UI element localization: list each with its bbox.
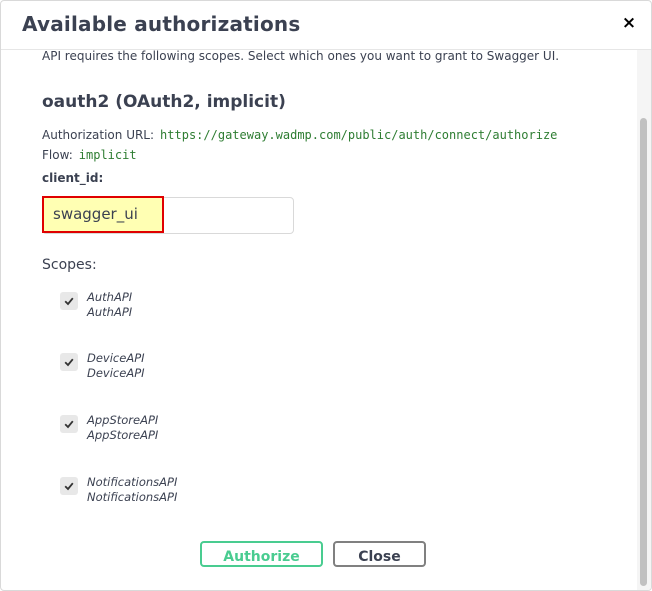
scopes-label: Scopes:	[42, 257, 97, 273]
flow-row: Flow: implicit	[42, 148, 137, 162]
scope-item-authapi[interactable]: AuthAPI AuthAPI	[60, 290, 360, 328]
checkbox-authapi[interactable]	[60, 292, 78, 310]
checkbox-notificationsapi[interactable]	[60, 477, 78, 495]
scope-item-appstoreapi[interactable]: AppStoreAPI AppStoreAPI	[60, 413, 360, 451]
checkmark-icon	[64, 297, 74, 306]
checkbox-deviceapi[interactable]	[60, 353, 78, 371]
checkmark-icon	[64, 482, 74, 491]
intro-text: API requires the following scopes. Selec…	[42, 50, 560, 63]
authorization-url-row: Authorization URL: https://gateway.wadmp.…	[42, 128, 557, 142]
modal-body: API requires the following scopes. Selec…	[1, 50, 637, 590]
scope-name: AppStoreAPI	[87, 413, 159, 427]
flow-value: implicit	[78, 148, 137, 162]
scrollbar[interactable]	[637, 50, 651, 590]
authorization-url-value: https://gateway.wadmp.com/public/auth/co…	[160, 128, 558, 142]
scope-item-notificationsapi[interactable]: NotificationsAPI NotificationsAPI	[60, 475, 360, 513]
modal-title: Available authorizations	[22, 12, 301, 36]
flow-label: Flow:	[42, 148, 73, 162]
checkbox-appstoreapi[interactable]	[60, 415, 78, 433]
modal-header: Available authorizations ×	[1, 1, 651, 50]
scope-name: NotificationsAPI	[87, 475, 178, 489]
close-button[interactable]: Close	[333, 541, 426, 567]
scrollbar-thumb[interactable]	[640, 118, 647, 586]
client-id-value: swagger_ui	[53, 205, 138, 223]
scope-description: AppStoreAPI	[87, 428, 159, 442]
authorization-modal: Available authorizations × API requires …	[0, 0, 652, 591]
checkmark-icon	[64, 420, 74, 429]
scope-description: AuthAPI	[87, 305, 133, 319]
scope-name: DeviceAPI	[87, 351, 145, 365]
checkmark-icon	[64, 358, 74, 367]
scope-description: DeviceAPI	[87, 366, 145, 380]
scheme-title: oauth2 (OAuth2, implicit)	[42, 92, 286, 112]
close-icon[interactable]: ×	[618, 11, 640, 35]
authorize-button[interactable]: Authorize	[200, 541, 323, 567]
scope-description: NotificationsAPI	[87, 490, 178, 504]
scope-name: AuthAPI	[87, 290, 133, 304]
client-id-label: client_id:	[42, 171, 104, 185]
scope-item-deviceapi[interactable]: DeviceAPI DeviceAPI	[60, 351, 360, 389]
authorization-url-label: Authorization URL:	[42, 128, 155, 142]
